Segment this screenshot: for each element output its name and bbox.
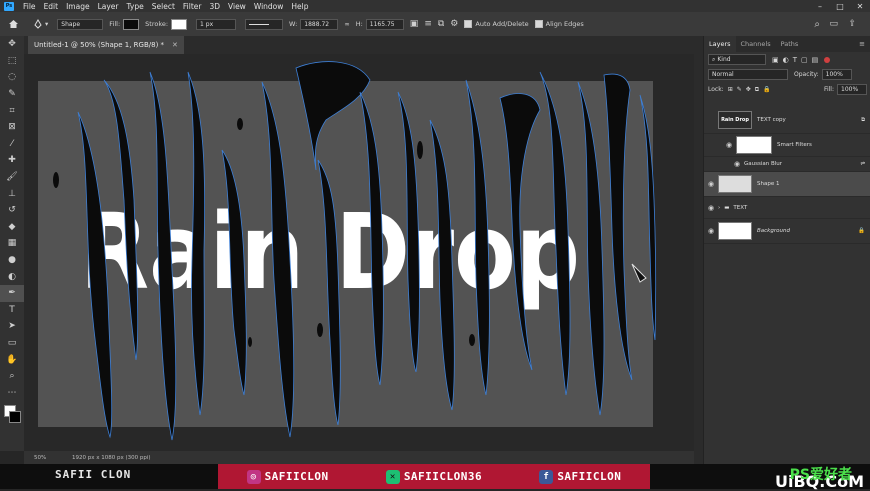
layer-row-selected[interactable]: ◉ Shape 1 bbox=[704, 172, 870, 197]
pen-cursor-icon bbox=[631, 263, 647, 283]
watermark: PS爱好者 UiBQ.CoM bbox=[775, 467, 864, 491]
fill-value[interactable]: 100% bbox=[837, 84, 867, 95]
opacity-label: Opacity: bbox=[794, 71, 819, 78]
status-bar: 50% 1920 px x 1080 px (300 ppi) bbox=[24, 451, 694, 464]
channel-name: SAFII CLON bbox=[55, 468, 132, 481]
folder-icon: ▬ bbox=[724, 204, 730, 211]
smart-filters-row[interactable]: ◉ Smart Filters bbox=[704, 134, 870, 157]
layers-spacer bbox=[704, 97, 870, 107]
document-info[interactable]: 1920 px x 1080 px (300 ppi) bbox=[72, 455, 151, 461]
layer-thumbnail bbox=[718, 175, 752, 193]
lock-artboard-icon[interactable]: ⧉ bbox=[755, 86, 759, 94]
layer-row[interactable]: Rain Drop TEXT copy ⧉ bbox=[704, 107, 870, 134]
chevron-right-icon[interactable]: › bbox=[718, 205, 720, 211]
filter-kind-value: Kind bbox=[717, 56, 731, 63]
eye-icon[interactable]: ◉ bbox=[704, 227, 718, 235]
filter-kind-select[interactable]: ⌕ Kind bbox=[708, 54, 766, 65]
lock-all-icon[interactable]: 🔒 bbox=[763, 86, 770, 93]
lock-icon: 🔒 bbox=[858, 228, 865, 234]
layer-thumbnail: Rain Drop bbox=[718, 111, 752, 129]
instagram-handle[interactable]: ◎ SAFIICLON bbox=[246, 469, 329, 484]
opacity-value[interactable]: 100% bbox=[821, 69, 852, 80]
eye-icon[interactable]: ◉ bbox=[722, 141, 736, 149]
filter-toggle-icon[interactable] bbox=[824, 56, 831, 63]
layer-name: Background bbox=[757, 228, 790, 234]
layer-group-row[interactable]: ◉ › ▬ TEXT bbox=[704, 197, 870, 219]
drop bbox=[53, 172, 59, 188]
drip bbox=[639, 94, 657, 341]
panel-collapse-strip[interactable] bbox=[694, 36, 703, 464]
tab-channels[interactable]: Channels bbox=[736, 36, 776, 52]
layer-name: TEXT copy bbox=[757, 117, 786, 123]
facebook-handle[interactable]: f SAFIICLON bbox=[539, 469, 622, 484]
tab-layers[interactable]: Layers bbox=[704, 36, 736, 52]
filter-pixel-icon[interactable]: ▣ bbox=[772, 56, 779, 64]
layer-name: Shape 1 bbox=[757, 181, 780, 187]
instagram-label: SAFIICLON bbox=[264, 470, 329, 483]
eye-icon[interactable]: ◉ bbox=[704, 204, 718, 212]
fiverr-label: SAFIICLON36 bbox=[403, 470, 483, 483]
drop bbox=[417, 141, 423, 159]
blend-mode-select[interactable]: Normal bbox=[708, 69, 788, 80]
gaussian-blur-name: Gaussian Blur bbox=[744, 161, 783, 167]
channel-banner: SAFII CLON ◎ SAFIICLON ✕ SAFIICLON36 f S… bbox=[0, 464, 870, 491]
drop bbox=[237, 118, 243, 130]
pen-cursor bbox=[631, 263, 647, 283]
instagram-icon: ◎ bbox=[246, 469, 261, 484]
panel-tabs: Layers Channels Paths ≡ bbox=[704, 36, 870, 52]
layer-filter-row: ⌕ Kind ▣ ◐ T ▢ ▤ bbox=[704, 52, 870, 67]
filter-smart-object-icon[interactable]: ▤ bbox=[812, 56, 819, 64]
social-bar: ◎ SAFIICLON ✕ SAFIICLON36 f SAFIICLON bbox=[218, 464, 650, 489]
fill-label: Fill: bbox=[823, 86, 834, 93]
watermark-cn: PS爱好者 bbox=[789, 467, 852, 483]
smart-filters-name: Smart Filters bbox=[777, 142, 812, 148]
fiverr-icon: ✕ bbox=[385, 469, 400, 484]
drop bbox=[317, 323, 323, 337]
filter-mask-thumbnail bbox=[736, 136, 772, 154]
blend-row: Normal Opacity: 100% bbox=[704, 67, 870, 82]
drip bbox=[603, 73, 633, 381]
filter-type-icon[interactable]: T bbox=[793, 56, 797, 64]
lock-pixels-icon[interactable]: ✎ bbox=[737, 86, 742, 93]
facebook-label: SAFIICLON bbox=[557, 470, 622, 483]
tab-paths[interactable]: Paths bbox=[776, 36, 804, 52]
drip bbox=[295, 61, 371, 171]
drip bbox=[577, 81, 605, 416]
lock-position-icon[interactable]: ✥ bbox=[746, 86, 751, 93]
drop bbox=[248, 337, 252, 347]
eye-icon[interactable]: ◉ bbox=[730, 160, 744, 168]
zoom-level[interactable]: 50% bbox=[34, 455, 64, 461]
filter-shape-icon[interactable]: ▢ bbox=[801, 56, 808, 64]
gaussian-blur-row[interactable]: ◉ Gaussian Blur ⇌ bbox=[704, 157, 870, 172]
drop bbox=[469, 334, 475, 346]
fiverr-handle[interactable]: ✕ SAFIICLON36 bbox=[385, 469, 483, 484]
layer-thumbnail bbox=[718, 222, 752, 240]
layer-name: TEXT bbox=[733, 204, 748, 211]
eye-icon[interactable]: ◉ bbox=[704, 180, 718, 188]
lock-transparent-icon[interactable]: ⊞ bbox=[728, 86, 733, 93]
panel-menu-icon[interactable]: ≡ bbox=[859, 40, 865, 48]
layer-row[interactable]: ◉ Background 🔒 bbox=[704, 219, 870, 244]
lock-label: Lock: bbox=[708, 86, 724, 93]
layers-panel: Layers Channels Paths ≡ ⌕ Kind ▣ ◐ T ▢ ▤… bbox=[703, 36, 870, 464]
facebook-icon: f bbox=[539, 469, 554, 484]
smart-object-icon: ⧉ bbox=[861, 116, 865, 123]
filter-options-icon[interactable]: ⇌ bbox=[860, 161, 865, 167]
lock-row: Lock: ⊞ ✎ ✥ ⧉ 🔒 Fill: 100% bbox=[704, 82, 870, 97]
filter-adjustment-icon[interactable]: ◐ bbox=[783, 56, 789, 64]
